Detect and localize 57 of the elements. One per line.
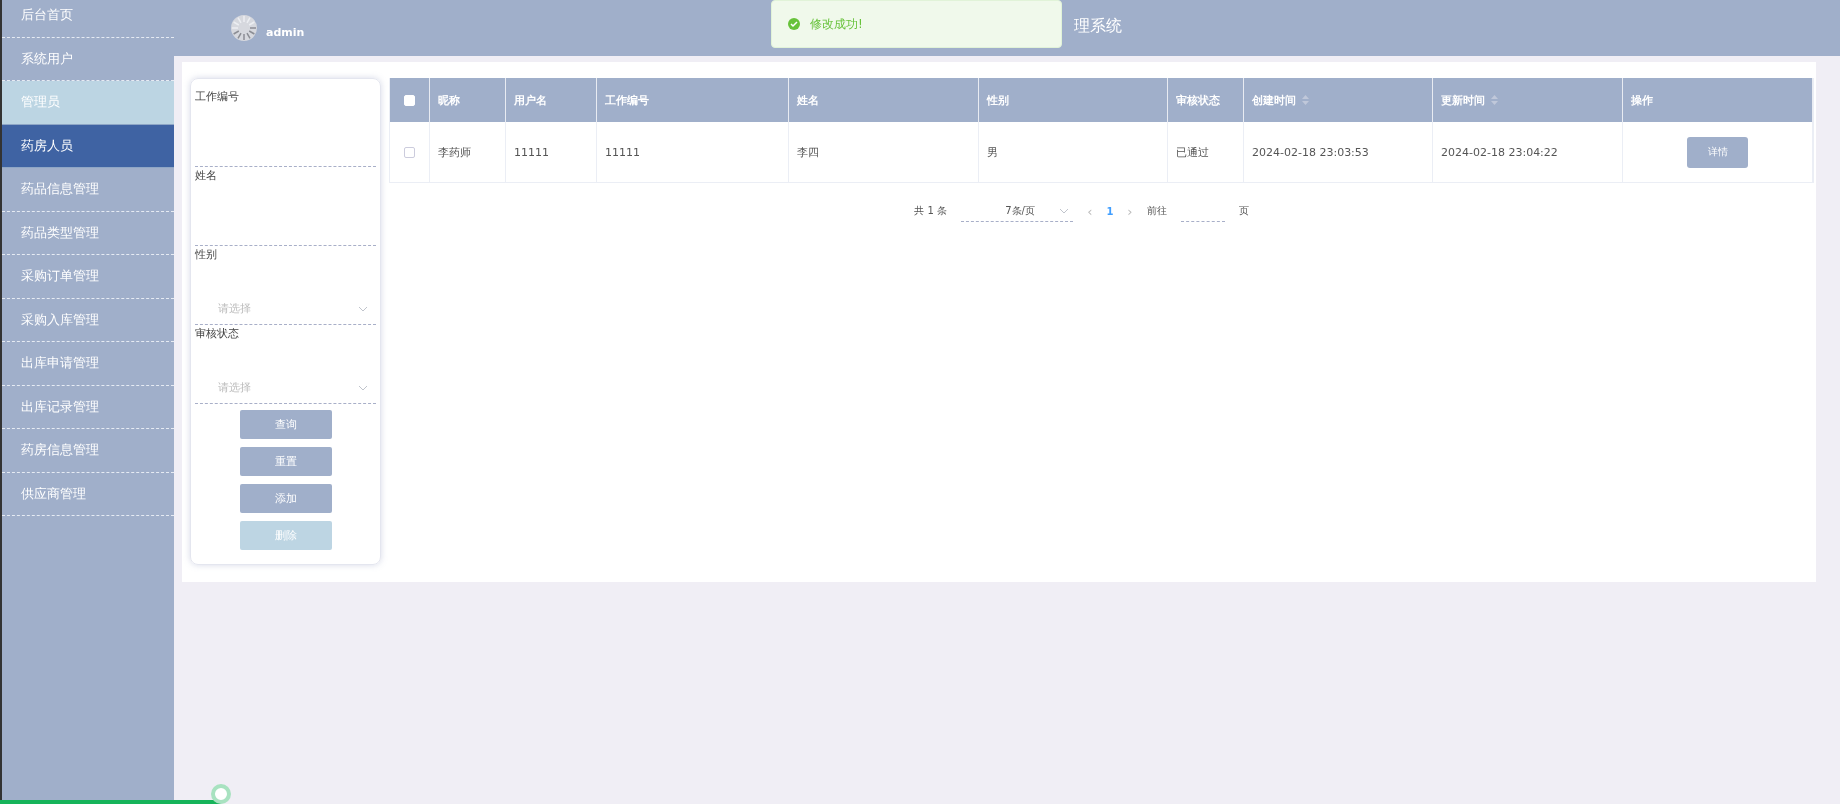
field-label: 姓名 bbox=[195, 168, 218, 184]
select-all-checkbox[interactable] bbox=[404, 94, 415, 106]
table-cell: 11111 bbox=[597, 122, 789, 182]
field-label: 性别 bbox=[195, 247, 218, 263]
progress-handle[interactable] bbox=[210, 784, 231, 804]
sidebar-item[interactable]: 药品信息管理 bbox=[2, 168, 174, 212]
system-title: 理系统 bbox=[1074, 16, 1122, 37]
sort-icon[interactable] bbox=[1302, 95, 1309, 105]
column-title: 审核状态 bbox=[1176, 92, 1220, 108]
action-button[interactable]: 重置 bbox=[239, 447, 332, 476]
spinner-avatar-icon bbox=[230, 13, 258, 43]
field-label: 工作编号 bbox=[195, 89, 240, 105]
page-suffix: 页 bbox=[1238, 204, 1249, 218]
sidebar-item[interactable]: 出库记录管理 bbox=[2, 385, 174, 429]
detail-button[interactable]: 详情 bbox=[1687, 136, 1748, 168]
success-check-icon bbox=[788, 18, 800, 30]
toast-message: 修改成功! bbox=[810, 15, 863, 33]
sidebar-item[interactable]: 管理员 bbox=[2, 81, 174, 125]
table-cell: 男 bbox=[979, 122, 1168, 182]
sidebar-item[interactable]: 出库申请管理 bbox=[2, 342, 174, 386]
page-number[interactable]: 1 bbox=[1106, 205, 1114, 217]
column-title: 姓名 bbox=[797, 92, 819, 108]
table-cell: 2024-02-18 23:03:53 bbox=[1244, 122, 1433, 182]
table-cell: 11111 bbox=[506, 122, 597, 182]
chevron-down-icon bbox=[358, 384, 368, 391]
column-title: 性别 bbox=[987, 92, 1009, 108]
sidebar-item[interactable]: 供应商管理 bbox=[2, 472, 174, 516]
table-cell: 李四 bbox=[789, 122, 979, 182]
page-size-select[interactable]: 7条/页 bbox=[961, 200, 1074, 222]
column-title: 昵称 bbox=[438, 92, 460, 108]
table-cell: 已通过 bbox=[1168, 122, 1244, 182]
sidebar-item[interactable]: 采购订单管理 bbox=[2, 255, 174, 299]
next-page-button[interactable]: › bbox=[1127, 203, 1133, 219]
sort-icon[interactable] bbox=[1491, 95, 1498, 105]
table-cell: 李药师 bbox=[430, 122, 506, 182]
row-checkbox[interactable] bbox=[404, 146, 415, 158]
chevron-down-icon bbox=[1059, 207, 1070, 214]
select-field[interactable]: 请选择 bbox=[195, 372, 376, 404]
field-label: 审核状态 bbox=[195, 326, 240, 342]
column-title: 用户名 bbox=[514, 92, 547, 108]
sidebar-item[interactable]: 药品类型管理 bbox=[2, 211, 174, 255]
goto-label: 前往 bbox=[1146, 204, 1167, 218]
sidebar-item[interactable]: 药房信息管理 bbox=[2, 429, 174, 473]
username: admin bbox=[266, 25, 305, 39]
sidebar-item[interactable]: 药房人员 bbox=[2, 124, 174, 168]
chevron-down-icon bbox=[358, 305, 368, 312]
column-title: 操作 bbox=[1631, 92, 1653, 108]
sidebar-item[interactable]: 采购入库管理 bbox=[2, 298, 174, 342]
prev-page-button[interactable]: ‹ bbox=[1087, 203, 1093, 219]
action-button[interactable]: 添加 bbox=[239, 484, 332, 513]
column-title: 更新时间 bbox=[1441, 92, 1485, 108]
select-field[interactable]: 请选择 bbox=[195, 293, 376, 325]
column-title: 工作编号 bbox=[605, 92, 649, 108]
table-cell: 2024-02-18 23:04:22 bbox=[1433, 122, 1623, 182]
action-button[interactable]: 查询 bbox=[239, 410, 332, 439]
total-count: 共 1 条 bbox=[914, 204, 948, 218]
column-title: 创建时间 bbox=[1252, 92, 1296, 108]
